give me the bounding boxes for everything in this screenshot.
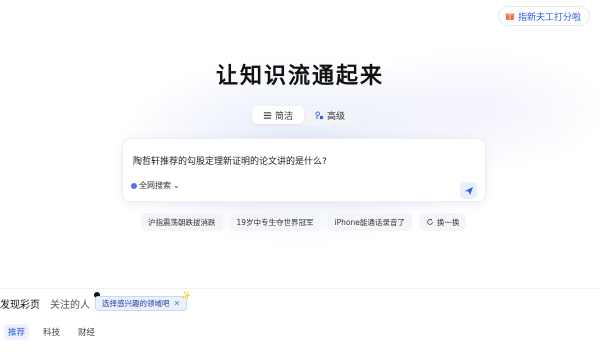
suggestion-chips: 沪指震荡朝跌拔消跌 19岁中专生夺世界冠军 iPhone能通话录音了 换一换 [141,213,467,231]
hero-title: 让知识流通起来 [215,64,384,89]
feedback-button[interactable]: 指新夫工打分啦 [497,6,590,26]
sparkle-icon: ✨ [181,291,191,300]
suggestion-chip[interactable]: 沪指震荡朝跌拔消跌 [141,213,223,231]
suggestion-chip-label: 沪指震荡朝跌拔消跌 [148,217,216,227]
tab-simple[interactable]: 简洁 [252,106,304,124]
suggestion-chip[interactable]: iPhone能通话录音了 [327,213,412,231]
tab-following[interactable]: 关注的人 [50,296,90,311]
feed-tabs: 发现彩页 关注的人 [0,296,90,311]
close-icon[interactable]: ✕ [174,299,181,308]
tab-advanced[interactable]: 高级 [304,106,356,124]
tab-recommend[interactable]: 推荐 [4,324,30,340]
refresh-suggestions-button[interactable]: 换一换 [418,213,467,231]
suggestion-chip-label: iPhone能通话录音了 [334,217,405,227]
globe-icon [131,182,137,189]
chevron-down-icon: ⌄ [173,181,180,190]
send-icon [464,186,473,195]
gift-icon [505,13,515,20]
search-input[interactable]: 陶哲轩推荐的勾股定理新证明的论文讲的是什么? [133,154,327,167]
refresh-suggestions-label: 换一换 [436,217,460,227]
tab-advanced-label: 高级 [326,111,345,122]
category-tabs: 推荐 科技 财经 [4,324,99,340]
search-box[interactable]: 陶哲轩推荐的勾股定理新证明的论文讲的是什么? 全网搜索 ⌄ [122,138,486,202]
search-scope-label: 全网搜索 [139,181,171,190]
tab-tech[interactable]: 科技 [39,324,64,340]
advanced-icon [315,110,324,119]
feedback-button-label: 指新夫工打分啦 [517,12,581,23]
mode-switch: 简洁 高级 [250,104,358,126]
suggestion-chip[interactable]: 19岁中专生夺世界冠军 [229,213,321,231]
search-scope-select[interactable]: 全网搜索 ⌄ [131,180,180,191]
list-icon [263,111,272,119]
refresh-icon [427,218,433,225]
tab-discover[interactable]: 发现彩页 [0,296,40,311]
suggestion-chip-label: 19岁中专生夺世界冠军 [236,217,314,227]
send-button[interactable] [460,182,477,199]
tab-finance[interactable]: 财经 [74,324,99,340]
tab-simple-label: 简洁 [274,111,293,122]
tooltip-text: 选择感兴趣的领域吧 [102,299,170,308]
section-divider [0,288,600,289]
interest-tooltip: 选择感兴趣的领域吧 ✕ [95,296,188,311]
